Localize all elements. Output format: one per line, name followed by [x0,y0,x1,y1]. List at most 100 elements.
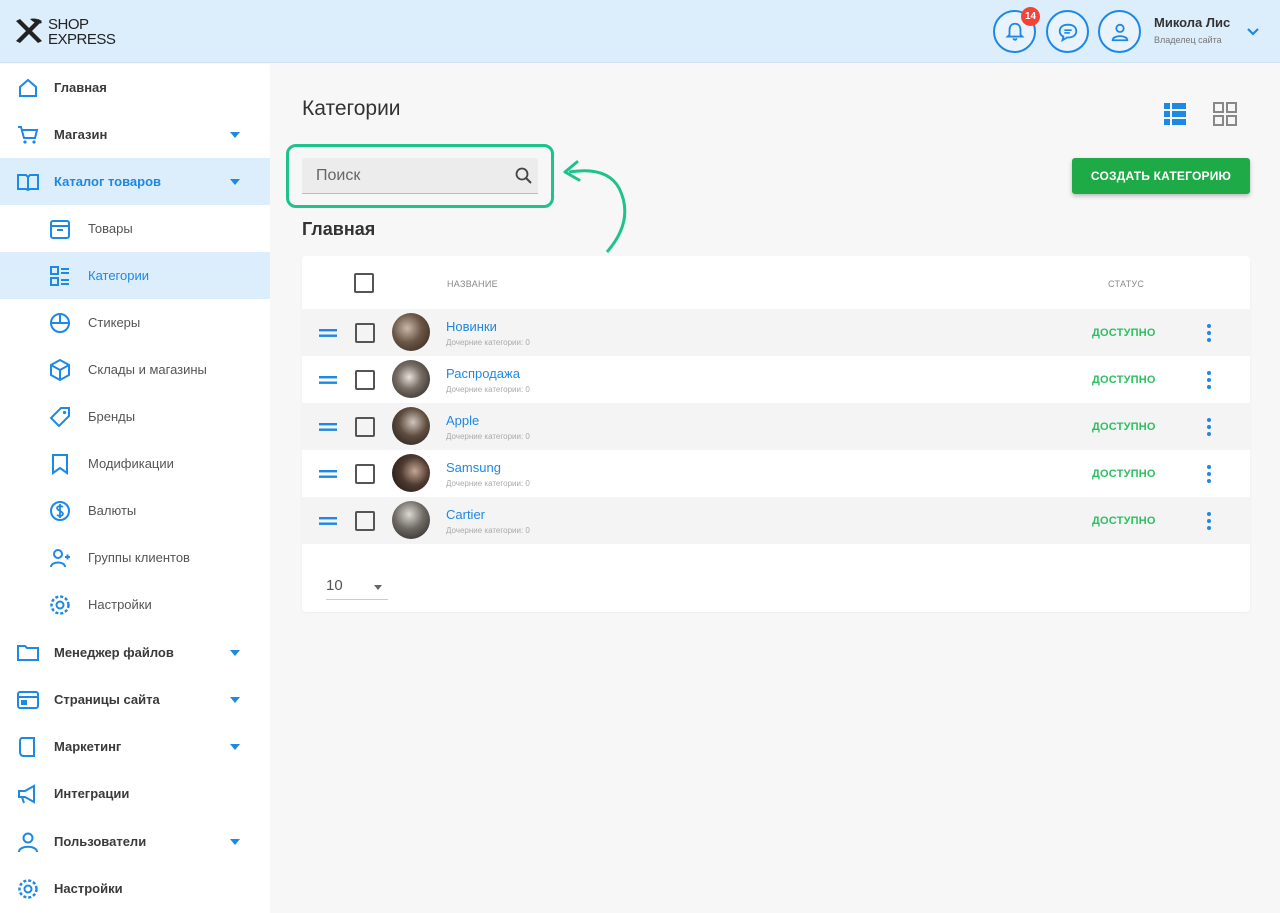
user-name[interactable]: Микола Лис [1154,15,1230,30]
sidebar-item-shop[interactable]: Магазин [0,111,270,158]
row-checkbox[interactable] [355,417,375,437]
sidebar-item-file-manager[interactable]: Менеджер файлов [0,629,270,676]
sidebar-item-label: Валюты [88,503,137,518]
dollar-icon [50,500,70,521]
status-badge: ДОСТУПНО [1092,374,1156,386]
sidebar-item-label: Склады и магазины [88,362,207,377]
sidebar-item-catalog[interactable]: Каталог товаров [0,158,270,205]
more-vertical-icon[interactable] [1205,464,1213,484]
caret-down-icon [230,649,240,656]
notifications-button[interactable]: 14 [993,7,1040,53]
chevron-down-icon[interactable] [1244,23,1262,41]
more-vertical-icon[interactable] [1205,323,1213,343]
table-row[interactable]: Распродажа Дочерние категории: 0 ДОСТУПН… [302,356,1250,403]
status-badge: ДОСТУПНО [1092,327,1156,339]
category-name-link[interactable]: Новинки [446,319,497,334]
row-checkbox[interactable] [355,323,375,343]
caret-down-icon [374,585,382,590]
sidebar-item-label: Магазин [54,127,108,142]
settings-gear-icon [18,878,38,899]
sidebar-item-categories[interactable]: Категории [0,252,270,299]
profile-button[interactable] [1098,10,1141,53]
column-header-name[interactable]: НАЗВАНИЕ [447,279,498,289]
category-thumbnail [392,313,430,351]
grid-view-icon[interactable] [1212,101,1238,127]
rows-per-page-value: 10 [326,577,343,594]
sidebar-item-settings[interactable]: Настройки [0,865,270,912]
sidebar-item-users[interactable]: Пользователи [0,818,270,865]
create-category-button[interactable]: СОЗДАТЬ КАТЕГОРИЮ [1072,158,1250,194]
sidebar-item-label: Менеджер файлов [54,645,174,660]
sidebar-item-integrations[interactable]: Интеграции [0,770,270,817]
table-row[interactable]: Cartier Дочерние категории: 0 ДОСТУПНО [302,497,1250,544]
sidebar-item-warehouses[interactable]: Склады и магазины [0,346,270,393]
category-children-count: Дочерние категории: 0 [446,338,530,347]
users-group-icon [50,548,70,567]
user-icon [18,832,38,852]
bookmark-icon [52,453,68,475]
category-name-link[interactable]: Samsung [446,460,501,475]
sidebar-item-label: Страницы сайта [54,692,160,707]
sticker-icon [50,312,70,333]
more-vertical-icon[interactable] [1205,370,1213,390]
messages-button[interactable] [1046,10,1089,53]
status-badge: ДОСТУПНО [1092,515,1156,527]
table-row[interactable]: Samsung Дочерние категории: 0 ДОСТУПНО [302,450,1250,497]
sidebar-item-brands[interactable]: Бренды [0,393,270,440]
table-row[interactable]: Apple Дочерние категории: 0 ДОСТУПНО [302,403,1250,450]
table-row[interactable]: Новинки Дочерние категории: 0 ДОСТУПНО [302,309,1250,356]
sidebar-item-label: Интеграции [54,786,130,801]
drag-handle-icon[interactable] [319,328,337,338]
category-name-link[interactable]: Cartier [446,507,485,522]
bell-icon [1004,22,1025,41]
category-name-link[interactable]: Apple [446,413,479,428]
sidebar-item-catalog-settings[interactable]: Настройки [0,581,270,628]
drag-handle-icon[interactable] [319,516,337,526]
sidebar-item-products[interactable]: Товары [0,205,270,252]
sidebar-item-label: Модификации [88,456,174,471]
rows-per-page-select[interactable]: 10 [326,574,388,600]
megaphone-icon [18,783,35,804]
home-icon [19,78,37,97]
sidebar-item-label: Настройки [88,597,152,612]
sidebar-item-home[interactable]: Главная [0,64,270,111]
more-vertical-icon[interactable] [1205,511,1213,531]
user-role: Владелец сайта [1154,35,1222,45]
sidebar-item-modifications[interactable]: Модификации [0,440,270,487]
tag-icon [49,406,70,427]
gear-icon [50,594,70,615]
warehouse-cube-icon [50,358,70,381]
shop-express-logo[interactable]: SHOP EXPRESS [12,14,122,50]
sidebar-item-stickers[interactable]: Стикеры [0,299,270,346]
category-thumbnail [392,454,430,492]
marketing-icon [19,736,35,757]
search-input[interactable] [302,158,502,194]
chat-bubble-icon [1058,23,1077,42]
row-checkbox[interactable] [355,464,375,484]
top-header: SHOP EXPRESS 14 Микола Лис Владелец сайт… [0,0,1280,63]
select-all-checkbox[interactable] [354,273,374,293]
row-checkbox[interactable] [355,511,375,531]
category-name-link[interactable]: Распродажа [446,366,520,381]
row-checkbox[interactable] [355,370,375,390]
search-field[interactable] [302,158,538,194]
sidebar-item-label: Стикеры [88,315,141,330]
category-thumbnail [392,360,430,398]
sidebar-item-label: Группы клиентов [88,550,190,565]
drag-handle-icon[interactable] [319,469,337,479]
sidebar-item-currencies[interactable]: Валюты [0,487,270,534]
more-vertical-icon[interactable] [1205,417,1213,437]
category-children-count: Дочерние категории: 0 [446,479,530,488]
drag-handle-icon[interactable] [319,375,337,385]
sidebar-item-label: Пользователи [54,834,147,849]
sidebar-item-client-groups[interactable]: Группы клиентов [0,534,270,581]
logo-line1: SHOP [48,16,89,33]
category-children-count: Дочерние категории: 0 [446,385,530,394]
drag-handle-icon[interactable] [319,422,337,432]
sidebar-item-marketing[interactable]: Маркетинг [0,723,270,770]
search-icon[interactable] [514,166,534,186]
column-header-status[interactable]: СТАТУС [1108,279,1144,289]
category-children-count: Дочерние категории: 0 [446,432,530,441]
list-view-icon[interactable] [1162,101,1188,127]
sidebar-item-site-pages[interactable]: Страницы сайта [0,676,270,723]
